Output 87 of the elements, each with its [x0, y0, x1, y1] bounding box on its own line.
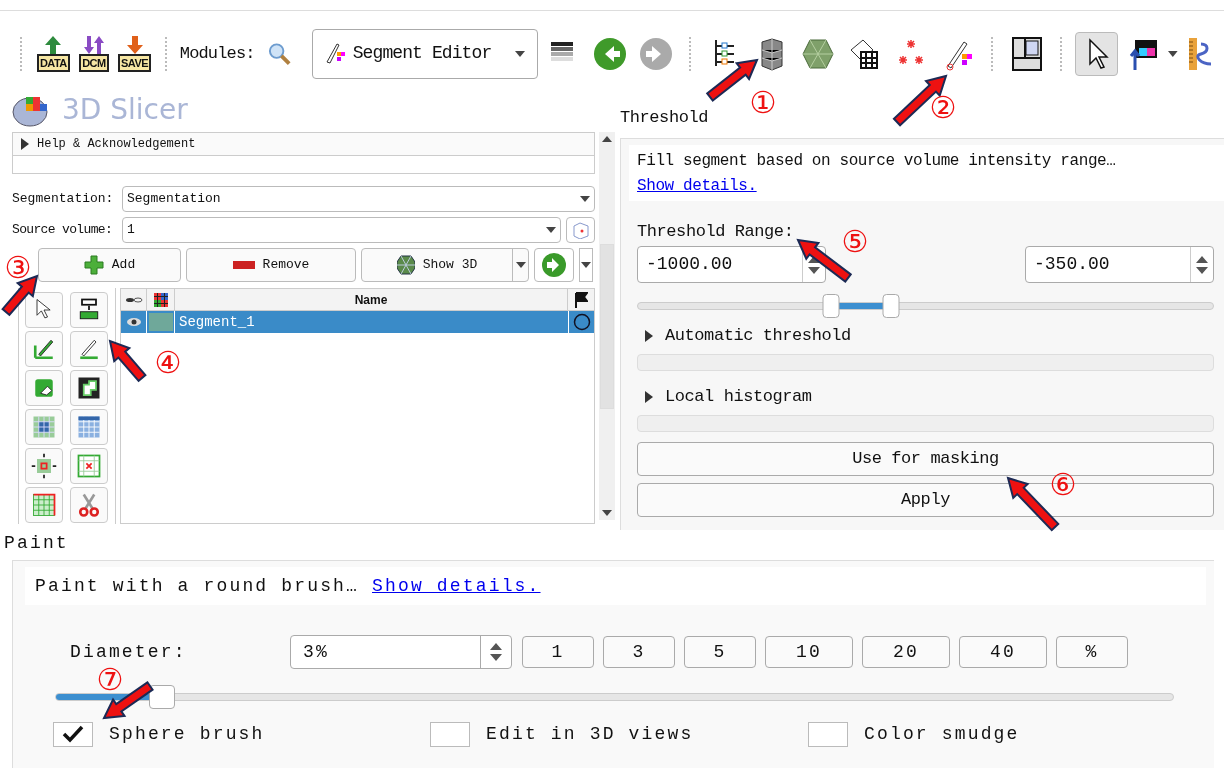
caret-icon [515, 262, 526, 268]
annotation-number: ① [749, 88, 777, 118]
collapsible-header[interactable]: Local histogram [637, 385, 1214, 409]
color-swatch[interactable] [148, 313, 173, 331]
expand-arrow-icon [645, 391, 653, 403]
dropdown-button[interactable] [579, 248, 593, 282]
circle-icon [572, 313, 591, 331]
dropdown-caret-icon [1168, 50, 1178, 57]
max-value-spinbox[interactable]: -350.00 [1025, 246, 1214, 283]
show-3d-button[interactable]: Show 3D [361, 248, 529, 282]
diameter-spinbox[interactable]: 3% [290, 635, 512, 669]
add-button[interactable]: Add [38, 248, 181, 282]
field-label: Segmentation: [12, 190, 115, 209]
min-value-spinbox[interactable]: -1000.00 [637, 246, 826, 283]
next-arrow-button[interactable] [534, 248, 574, 282]
caret-icon [581, 262, 591, 268]
search-icon[interactable] [266, 40, 292, 67]
cube-icon [571, 221, 590, 239]
eye-icon[interactable] [125, 317, 142, 327]
check-icon [62, 725, 84, 743]
description-text: Paint with a round brush… Show details. [25, 567, 1206, 605]
preset-button[interactable]: 40 [959, 636, 1047, 668]
plus-icon [83, 255, 104, 275]
scroll-up-icon[interactable] [602, 136, 612, 142]
column-header: Name [175, 289, 568, 310]
flag-icon [574, 291, 588, 308]
checkbox[interactable] [430, 721, 470, 747]
spin-arrows-icon [489, 641, 503, 663]
segment-row[interactable]: Segment_1 [121, 311, 594, 333]
modules-label: Modules: [179, 42, 255, 65]
annotation-arrow [108, 339, 147, 383]
slider-handle[interactable] [822, 294, 840, 318]
checkbox[interactable] [808, 721, 848, 747]
preset-button[interactable]: 5 [684, 636, 756, 668]
annotation-number: ④ [154, 348, 182, 378]
field-label: Source volume: [12, 221, 114, 240]
folder-button[interactable]: DATA [34, 35, 72, 72]
slider-handle[interactable] [149, 685, 176, 709]
annotation-number: ⑤ [841, 227, 869, 257]
scroll-down-icon[interactable] [602, 510, 612, 516]
folder-button[interactable]: DCM [75, 35, 113, 72]
show-details-link[interactable]: Show details. [372, 576, 541, 596]
segment-name: Segment_1 [178, 312, 256, 332]
preset-button[interactable]: 20 [862, 636, 950, 668]
checkbox-label: Edit in 3D views [486, 722, 694, 746]
expand-arrow-icon [21, 138, 29, 150]
color-grid-icon [153, 292, 168, 307]
tool-button[interactable] [25, 292, 63, 328]
slider-handle[interactable] [882, 294, 900, 318]
preset-button[interactable]: % [1056, 636, 1128, 668]
show-details-link[interactable]: Show details. [637, 177, 757, 195]
eye-visibility-icon [124, 295, 143, 304]
help-section-header[interactable]: Help & Acknowledgement [12, 132, 595, 156]
module-select[interactable]: Segment Editor [311, 28, 539, 79]
tool-button[interactable] [69, 292, 108, 328]
tool-button[interactable] [69, 370, 108, 406]
caret-icon [580, 196, 590, 202]
arrow-icon [82, 35, 105, 54]
app-title: 3D Slicer [62, 92, 188, 128]
folder-button[interactable]: SAVE [116, 35, 153, 72]
expand-arrow-icon [645, 330, 653, 342]
minus-icon [232, 261, 255, 269]
caret-icon [515, 50, 526, 57]
tool-icon [30, 452, 58, 480]
annotation-number: ② [929, 93, 957, 123]
segmentation-select[interactable]: Segmentation [122, 186, 595, 212]
checkbox-label: Color smudge [864, 722, 1020, 746]
tool-icon [30, 491, 58, 519]
remove-button[interactable]: Remove [186, 248, 356, 282]
preset-button[interactable]: 1 [522, 636, 594, 668]
diameter-label: Diameter: [69, 640, 188, 664]
gem-icon [396, 255, 415, 275]
annotation-number: ⑦ [96, 665, 124, 695]
section-title: Threshold [620, 108, 709, 128]
collapsible-header[interactable]: Automatic threshold [637, 324, 1214, 348]
checkbox-label: Sphere brush [109, 722, 265, 746]
section-title: Paint [3, 532, 70, 555]
annotation-number: ③ [4, 253, 32, 283]
source-volume-select[interactable]: 1 [122, 217, 561, 243]
checkbox[interactable] [53, 721, 93, 747]
scrollbar-thumb[interactable] [600, 243, 614, 409]
paint-pen-icon [324, 41, 345, 66]
preset-button[interactable]: 10 [765, 636, 853, 668]
caret-icon [546, 227, 556, 233]
preset-button[interactable]: 3 [603, 636, 675, 668]
description-text: Fill segment based on source volume intensity range… Show details. [629, 145, 1224, 201]
pointer-icon[interactable] [1075, 31, 1118, 76]
